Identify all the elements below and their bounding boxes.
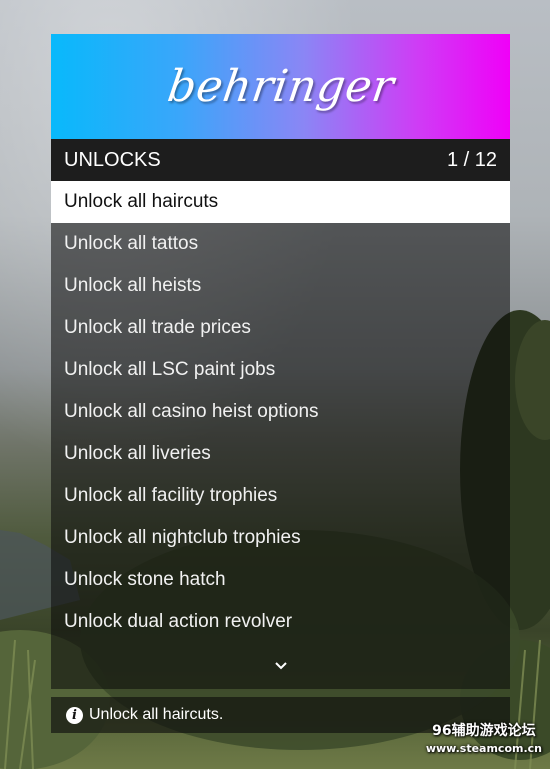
item-description: Unlock all haircuts. — [89, 706, 224, 723]
watermark-url: www.steamcom.cn — [425, 742, 542, 755]
site-watermark: 96辅助游戏论坛 www.steamcom.cn — [426, 722, 542, 758]
banner-logo: behringer — [164, 61, 397, 112]
menu-list: Unlock all haircuts Unlock all tattos Un… — [51, 181, 510, 689]
menu-item-unlock-all-trade-prices[interactable]: Unlock all trade prices — [51, 307, 510, 349]
menu-item-label: Unlock dual action revolver — [64, 611, 293, 632]
menu-item-unlock-dual-action-revolver[interactable]: Unlock dual action revolver — [51, 601, 510, 643]
menu-item-label: Unlock all casino heist options — [64, 401, 319, 422]
menu-item-label: Unlock all haircuts — [64, 191, 219, 212]
menu-item-label: Unlock all facility trophies — [64, 485, 278, 506]
menu-item-label: Unlock stone hatch — [64, 569, 226, 590]
menu-item-label: Unlock all trade prices — [64, 317, 251, 338]
menu-item-unlock-all-tattos[interactable]: Unlock all tattos — [51, 223, 510, 265]
menu-banner: behringer — [51, 34, 510, 139]
menu-item-unlock-all-facility-trophies[interactable]: Unlock all facility trophies — [51, 475, 510, 517]
menu-item-unlock-all-heists[interactable]: Unlock all heists — [51, 265, 510, 307]
menu-subheader: UNLOCKS 1 / 12 — [51, 139, 510, 181]
info-icon: i — [66, 706, 83, 724]
menu-item-unlock-all-lsc-paint-jobs[interactable]: Unlock all LSC paint jobs — [51, 349, 510, 391]
menu-item-label: Unlock all heists — [64, 275, 202, 296]
scroll-indicator[interactable] — [51, 643, 510, 689]
menu-item-unlock-all-nightclub-trophies[interactable]: Unlock all nightclub trophies — [51, 517, 510, 559]
page-counter: 1 / 12 — [446, 148, 497, 171]
menu-item-label: Unlock all nightclub trophies — [64, 527, 301, 548]
menu-item-label: Unlock all tattos — [64, 233, 199, 254]
watermark-title: 96辅助游戏论坛 — [432, 723, 536, 739]
menu-item-unlock-all-liveries[interactable]: Unlock all liveries — [51, 433, 510, 475]
section-title: UNLOCKS — [64, 148, 161, 171]
menu-item-unlock-stone-hatch[interactable]: Unlock stone hatch — [51, 559, 510, 601]
chevron-down-icon — [274, 662, 287, 670]
menu-item-unlock-all-casino-heist-options[interactable]: Unlock all casino heist options — [51, 391, 510, 433]
menu-item-label: Unlock all liveries — [64, 443, 211, 464]
menu-item-unlock-all-haircuts[interactable]: Unlock all haircuts — [51, 181, 510, 223]
menu-item-label: Unlock all LSC paint jobs — [64, 359, 276, 380]
mod-menu: behringer UNLOCKS 1 / 12 Unlock all hair… — [51, 34, 510, 689]
